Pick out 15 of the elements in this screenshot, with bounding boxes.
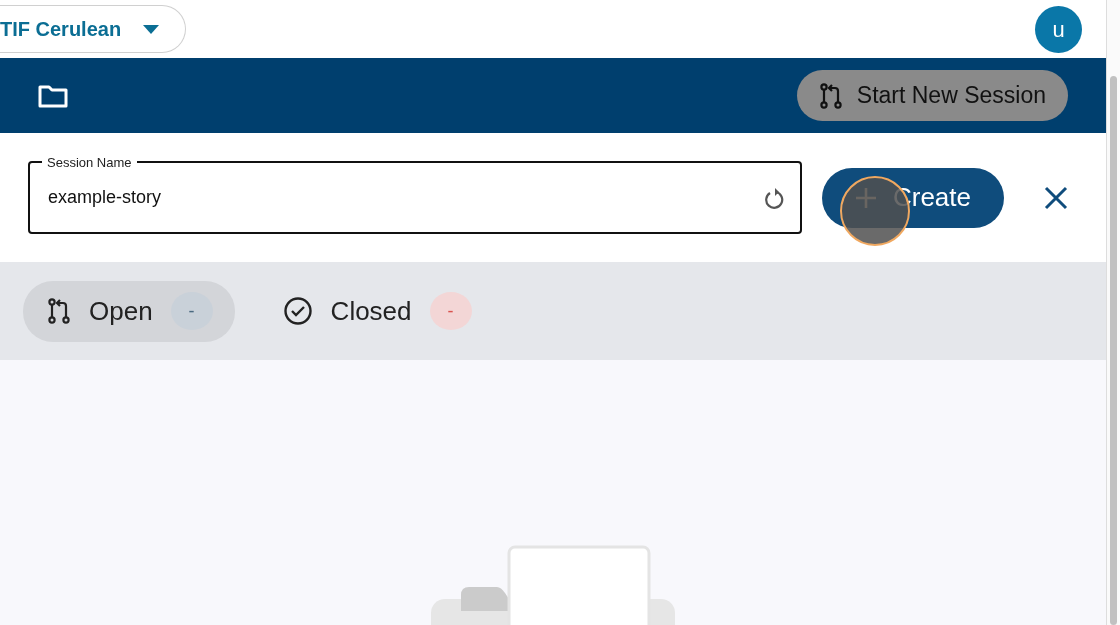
- reset-icon[interactable]: [764, 186, 784, 209]
- count-badge: -: [429, 292, 472, 330]
- folder-icon[interactable]: [38, 83, 68, 108]
- merge-icon: [818, 82, 843, 109]
- scrollbar[interactable]: [1106, 0, 1120, 625]
- caret-icon: [143, 24, 160, 34]
- user-avatar[interactable]: u: [1035, 5, 1082, 53]
- check-circle-icon: [282, 296, 313, 326]
- status-tab[interactable]: Open -: [23, 280, 235, 342]
- count-badge: -: [170, 292, 213, 330]
- session-name-input[interactable]: example-story: [46, 183, 764, 212]
- start-session-button[interactable]: Start New Session: [796, 70, 1068, 121]
- merge-icon: [47, 298, 71, 324]
- status-tab[interactable]: Closed -: [258, 280, 494, 342]
- project-dropdown[interactable]: TIF Cerulean: [0, 5, 187, 53]
